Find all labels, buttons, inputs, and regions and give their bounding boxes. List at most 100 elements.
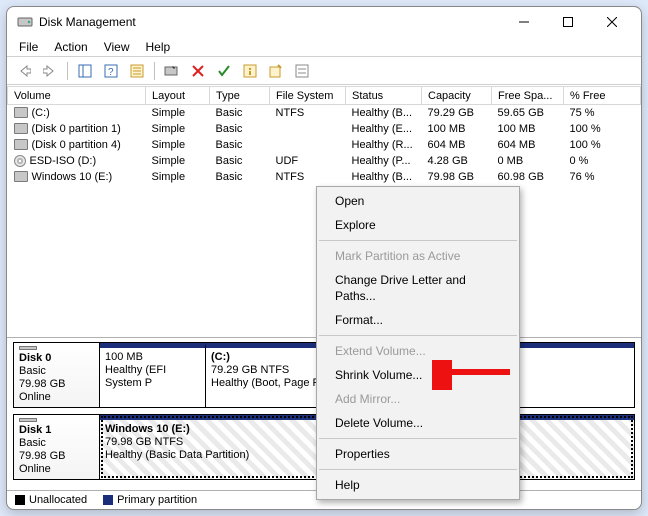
settings-button[interactable] xyxy=(161,60,183,82)
annotation-arrow xyxy=(432,360,512,390)
volume-name: (C:) xyxy=(32,107,50,119)
volume-pctfree: 76 % xyxy=(564,169,641,185)
volume-list[interactable]: Volume Layout Type File System Status Ca… xyxy=(7,85,641,185)
help-toolbar-button[interactable]: ? xyxy=(100,60,122,82)
hard-drive-icon xyxy=(14,107,28,118)
volume-capacity: 79.29 GB xyxy=(422,105,492,121)
col-free[interactable]: Free Spa... xyxy=(492,87,564,105)
swatch-unallocated xyxy=(15,495,25,505)
disk-type: Basic xyxy=(19,365,94,378)
volume-status: Healthy (R... xyxy=(346,137,422,153)
volume-type: Basic xyxy=(210,137,270,153)
hard-drive-icon xyxy=(19,346,37,350)
hard-drive-icon xyxy=(14,139,28,150)
legend-unallocated: Unallocated xyxy=(29,494,87,506)
volume-row[interactable]: Windows 10 (E:)SimpleBasicNTFSHealthy (B… xyxy=(8,169,641,185)
titlebar[interactable]: Disk Management xyxy=(7,7,641,37)
disk-info[interactable]: Disk 1Basic79.98 GBOnline xyxy=(14,415,100,479)
volume-fs: UDF xyxy=(270,153,346,169)
check-button[interactable] xyxy=(213,60,235,82)
volume-capacity: 100 MB xyxy=(422,121,492,137)
volume-pctfree: 100 % xyxy=(564,137,641,153)
partition-block[interactable]: (C:)79.29 GB NTFSHealthy (Boot, Page F xyxy=(206,343,334,407)
cm-format[interactable]: Format... xyxy=(317,308,519,332)
volume-status: Healthy (B... xyxy=(346,105,422,121)
volume-row[interactable]: (Disk 0 partition 1)SimpleBasicHealthy (… xyxy=(8,121,641,137)
cm-explore[interactable]: Explore xyxy=(317,213,519,237)
tool-button-b[interactable] xyxy=(291,60,313,82)
col-status[interactable]: Status xyxy=(346,87,422,105)
partition-size: 79.29 GB NTFS xyxy=(211,364,328,377)
window-title: Disk Management xyxy=(39,15,505,29)
volume-name: ESD-ISO (D:) xyxy=(30,155,97,167)
minimize-icon xyxy=(519,17,529,27)
volume-layout: Simple xyxy=(146,169,210,185)
volume-row[interactable]: ESD-ISO (D:) SimpleBasicUDFHealthy (P...4… xyxy=(8,153,641,169)
partition-block[interactable]: 100 MBHealthy (EFI System P xyxy=(100,343,206,407)
properties-button[interactable] xyxy=(239,60,261,82)
partition-status: Healthy (EFI System P xyxy=(105,364,200,390)
volume-free: 604 MB xyxy=(492,137,564,153)
disk-info[interactable]: Disk 0Basic79.98 GBOnline xyxy=(14,343,100,407)
hard-drive-icon xyxy=(19,418,37,422)
tool-button-a[interactable] xyxy=(265,60,287,82)
panel-icon xyxy=(78,64,92,78)
cm-delete[interactable]: Delete Volume... xyxy=(317,411,519,435)
col-filesystem[interactable]: File System xyxy=(270,87,346,105)
col-pctfree[interactable]: % Free xyxy=(564,87,641,105)
menu-action[interactable]: Action xyxy=(48,39,93,55)
volume-row[interactable]: (Disk 0 partition 4)SimpleBasicHealthy (… xyxy=(8,137,641,153)
volume-pctfree: 0 % xyxy=(564,153,641,169)
cm-help[interactable]: Help xyxy=(317,473,519,497)
col-capacity[interactable]: Capacity xyxy=(422,87,492,105)
volume-type: Basic xyxy=(210,169,270,185)
details-view-button[interactable] xyxy=(126,60,148,82)
close-icon xyxy=(607,17,617,27)
volume-row[interactable]: (C:)SimpleBasicNTFSHealthy (B...79.29 GB… xyxy=(8,105,641,121)
app-icon xyxy=(17,14,33,30)
volume-status: Healthy (P... xyxy=(346,153,422,169)
back-button[interactable] xyxy=(13,60,35,82)
disk-status: Online xyxy=(19,391,94,404)
menu-help[interactable]: Help xyxy=(140,39,177,55)
volume-type: Basic xyxy=(210,153,270,169)
volume-layout: Simple xyxy=(146,105,210,121)
volume-pctfree: 100 % xyxy=(564,121,641,137)
wizard-icon xyxy=(269,64,283,78)
volume-capacity: 4.28 GB xyxy=(422,153,492,169)
delete-button[interactable] xyxy=(187,60,209,82)
col-layout[interactable]: Layout xyxy=(146,87,210,105)
volume-layout: Simple xyxy=(146,137,210,153)
volume-layout: Simple xyxy=(146,121,210,137)
show-hide-button[interactable] xyxy=(74,60,96,82)
menu-view[interactable]: View xyxy=(98,39,136,55)
maximize-icon xyxy=(563,17,573,27)
disk-size: 79.98 GB xyxy=(19,378,94,391)
menubar: File Action View Help xyxy=(7,37,641,57)
partition-size: 100 MB xyxy=(105,351,200,364)
col-volume[interactable]: Volume xyxy=(8,87,146,105)
disk-status: Online xyxy=(19,463,94,476)
minimize-button[interactable] xyxy=(505,8,549,36)
delete-icon xyxy=(192,65,204,77)
close-button[interactable] xyxy=(593,8,637,36)
disk-size: 79.98 GB xyxy=(19,450,94,463)
partition-title: (C:) xyxy=(211,351,328,364)
col-type[interactable]: Type xyxy=(210,87,270,105)
partition-status: Healthy (Boot, Page F xyxy=(211,377,328,390)
column-headers[interactable]: Volume Layout Type File System Status Ca… xyxy=(8,87,641,105)
forward-icon xyxy=(43,65,57,77)
volume-capacity: 79.98 GB xyxy=(422,169,492,185)
cm-properties[interactable]: Properties xyxy=(317,442,519,466)
maximize-button[interactable] xyxy=(549,8,593,36)
volume-free: 60.98 GB xyxy=(492,169,564,185)
volume-status: Healthy (B... xyxy=(346,169,422,185)
cm-change-letter[interactable]: Change Drive Letter and Paths... xyxy=(317,268,519,308)
volume-layout: Simple xyxy=(146,153,210,169)
volume-fs xyxy=(270,137,346,153)
cm-open[interactable]: Open xyxy=(317,189,519,213)
forward-button[interactable] xyxy=(39,60,61,82)
menu-file[interactable]: File xyxy=(13,39,44,55)
disk-label: Disk 1 xyxy=(19,424,94,437)
volume-free: 59.65 GB xyxy=(492,105,564,121)
